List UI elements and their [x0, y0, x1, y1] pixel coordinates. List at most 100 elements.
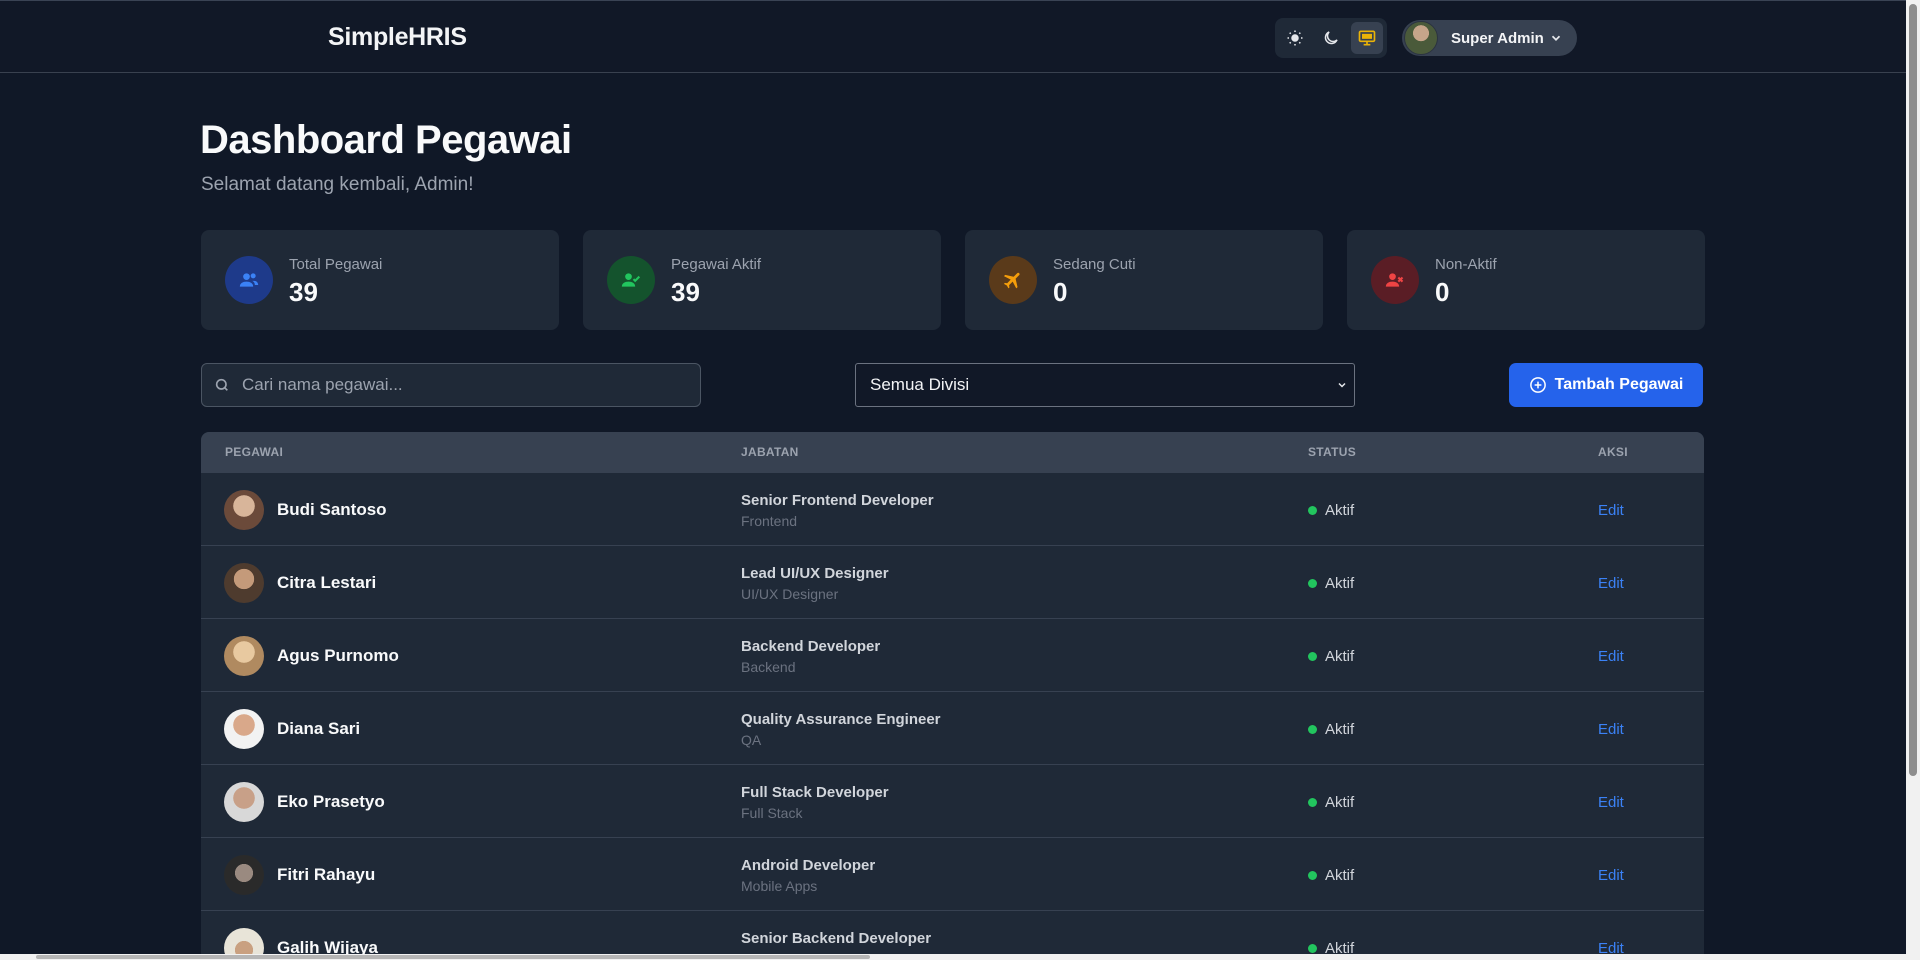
- page-title: Dashboard Pegawai: [200, 118, 572, 162]
- status-text: Aktif: [1325, 648, 1355, 665]
- status-text: Aktif: [1325, 794, 1355, 811]
- user-check-icon: [607, 256, 655, 304]
- employee-avatar: [224, 855, 264, 895]
- stat-value: 39: [289, 277, 318, 307]
- employee-name: Budi Santoso: [277, 500, 387, 519]
- employee-avatar: [224, 490, 264, 530]
- employee-division: UI/UX Designer: [741, 586, 839, 602]
- stat-label: Sedang Cuti: [1053, 256, 1136, 273]
- table-row: Citra Lestari Lead UI/UX Designer UI/UX …: [201, 545, 1704, 618]
- employee-avatar: [224, 709, 264, 749]
- employee-division: QA: [741, 732, 762, 748]
- division-select-value: Semua Divisi: [870, 375, 970, 394]
- status-text: Aktif: [1325, 721, 1355, 738]
- stat-value: 0: [1053, 277, 1068, 307]
- status-dot: [1308, 944, 1317, 953]
- users-icon: [225, 256, 273, 304]
- brand-logo[interactable]: SimpleHRIS: [328, 23, 467, 52]
- user-menu[interactable]: Super Admin: [1402, 20, 1577, 56]
- status-badge: Aktif: [1308, 648, 1354, 665]
- status-dot: [1308, 652, 1317, 661]
- plus-circle-icon: [1529, 377, 1546, 393]
- edit-link[interactable]: Edit: [1598, 502, 1624, 519]
- page-subtitle: Selamat datang kembali, Admin!: [201, 174, 474, 195]
- stat-label: Non-Aktif: [1435, 256, 1497, 273]
- vertical-scrollbar[interactable]: [1906, 0, 1920, 960]
- vertical-scrollbar-thumb[interactable]: [1909, 4, 1917, 776]
- employee-position: Backend Developer: [741, 638, 881, 655]
- column-header-employee: PEGAWAI: [225, 445, 284, 459]
- add-employee-button[interactable]: Tambah Pegawai: [1509, 363, 1703, 407]
- edit-link[interactable]: Edit: [1598, 648, 1624, 665]
- light-theme-button[interactable]: [1279, 22, 1311, 54]
- column-header-status: STATUS: [1308, 445, 1357, 459]
- top-navbar: SimpleHRIS Super Admin: [0, 0, 1906, 73]
- plane-icon: [989, 256, 1037, 304]
- status-dot: [1308, 798, 1317, 807]
- stat-card-total: Total Pegawai 39: [201, 230, 559, 330]
- employee-name: Fitri Rahayu: [277, 865, 376, 884]
- edit-link[interactable]: Edit: [1598, 867, 1624, 884]
- status-dot: [1308, 579, 1317, 588]
- status-badge: Aktif: [1308, 794, 1354, 811]
- status-text: Aktif: [1325, 575, 1355, 592]
- employee-division: Full Stack: [741, 805, 803, 821]
- horizontal-scrollbar-thumb[interactable]: [36, 955, 870, 959]
- column-header-action: AKSI: [1598, 445, 1628, 459]
- sun-icon: [1287, 30, 1303, 46]
- status-dot: [1308, 725, 1317, 734]
- employee-avatar: [224, 636, 264, 676]
- search-box: [201, 363, 701, 407]
- table-row: Budi Santoso Senior Frontend Developer F…: [201, 472, 1704, 545]
- employee-avatar: [224, 782, 264, 822]
- user-avatar: [1404, 21, 1438, 55]
- employee-name: Citra Lestari: [277, 573, 377, 592]
- user-name: Super Admin: [1451, 29, 1544, 47]
- stat-card-leave: Sedang Cuti 0: [965, 230, 1323, 330]
- chevron-down-icon: [1338, 382, 1346, 388]
- search-input[interactable]: [242, 364, 692, 406]
- stat-card-inactive: Non-Aktif 0: [1347, 230, 1705, 330]
- stat-card-active: Pegawai Aktif 39: [583, 230, 941, 330]
- edit-link[interactable]: Edit: [1598, 575, 1624, 592]
- horizontal-scrollbar[interactable]: [0, 954, 1906, 960]
- employee-division: Mobile Apps: [741, 878, 818, 894]
- stat-label: Pegawai Aktif: [671, 256, 762, 273]
- stat-label: Total Pegawai: [289, 256, 383, 273]
- chevron-down-icon: [1551, 35, 1561, 41]
- table-row: Agus Purnomo Backend Developer Backend A…: [201, 618, 1704, 691]
- table-row: Eko Prasetyo Full Stack Developer Full S…: [201, 764, 1704, 837]
- user-x-icon: [1371, 256, 1419, 304]
- division-select[interactable]: Semua Divisi: [855, 363, 1355, 407]
- add-employee-label: Tambah Pegawai: [1554, 376, 1684, 393]
- employee-name: Agus Purnomo: [277, 646, 399, 665]
- employee-table: PEGAWAI JABATAN STATUS AKSI Budi Santoso…: [201, 432, 1704, 960]
- status-badge: Aktif: [1308, 867, 1354, 884]
- employee-position: Android Developer: [741, 857, 876, 874]
- stat-value: 0: [1435, 277, 1450, 307]
- dark-theme-button[interactable]: [1315, 22, 1347, 54]
- employee-position: Full Stack Developer: [741, 784, 889, 801]
- system-theme-button[interactable]: [1351, 22, 1383, 54]
- status-dot: [1308, 506, 1317, 515]
- employee-position: Quality Assurance Engineer: [741, 711, 941, 728]
- employee-name: Diana Sari: [277, 719, 361, 738]
- employee-position: Senior Frontend Developer: [741, 492, 934, 509]
- edit-link[interactable]: Edit: [1598, 794, 1624, 811]
- monitor-icon: [1358, 30, 1376, 46]
- stat-value: 39: [671, 277, 700, 307]
- table-header: PEGAWAI JABATAN STATUS AKSI: [201, 432, 1704, 472]
- edit-link[interactable]: Edit: [1598, 721, 1624, 738]
- status-badge: Aktif: [1308, 502, 1354, 519]
- employee-position: Lead UI/UX Designer: [741, 565, 889, 582]
- status-text: Aktif: [1325, 502, 1355, 519]
- column-header-position: JABATAN: [741, 445, 799, 459]
- employee-division: Frontend: [741, 513, 798, 529]
- table-row: Diana Sari Quality Assurance Engineer QA…: [201, 691, 1704, 764]
- employee-name: Eko Prasetyo: [277, 792, 385, 811]
- employee-position: Senior Backend Developer: [741, 930, 932, 947]
- theme-switcher: [1275, 18, 1387, 58]
- status-badge: Aktif: [1308, 721, 1354, 738]
- status-badge: Aktif: [1308, 575, 1354, 592]
- search-icon: [215, 378, 228, 391]
